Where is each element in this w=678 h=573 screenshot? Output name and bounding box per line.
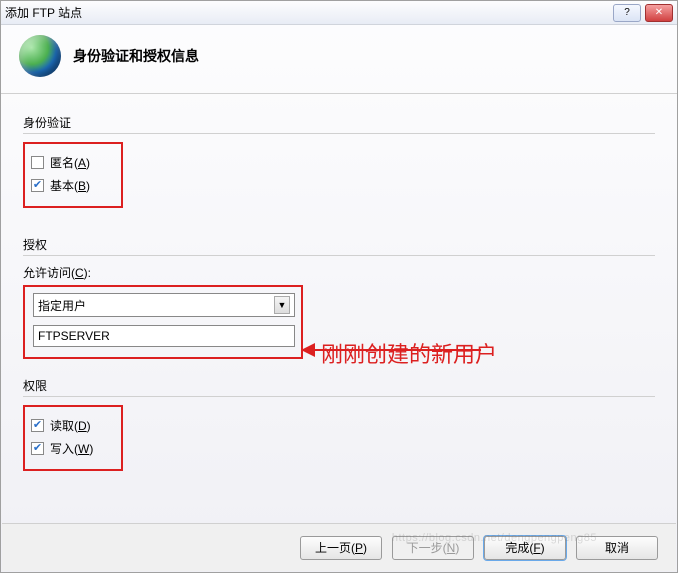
anonymous-row[interactable]: 匿名(A) (31, 154, 113, 171)
authz-section-label: 授权 (23, 236, 655, 253)
window-buttons: ? ✕ (613, 4, 673, 22)
user-input[interactable] (33, 325, 295, 347)
cancel-button[interactable]: 取消 (576, 536, 658, 560)
write-label: 写入(W) (50, 440, 93, 457)
read-checkbox[interactable] (31, 419, 44, 432)
content-area: 身份验证 匿名(A) 基本(B) 授权 允许访问(C): 指定 (1, 94, 677, 471)
close-button[interactable]: ✕ (645, 4, 673, 22)
titlebar: 添加 FTP 站点 ? ✕ (1, 1, 677, 25)
allow-access-select[interactable]: 指定用户 ▼ (33, 293, 295, 317)
write-checkbox[interactable] (31, 442, 44, 455)
basic-checkbox[interactable] (31, 179, 44, 192)
auth-section-label: 身份验证 (23, 114, 655, 131)
anonymous-label: 匿名(A) (50, 154, 90, 171)
auth-highlight-box: 匿名(A) 基本(B) (23, 142, 123, 208)
dialog-window: 添加 FTP 站点 ? ✕ 身份验证和授权信息 身份验证 匿名(A) 基本(B) (0, 0, 678, 573)
allow-access-label: 允许访问(C): (23, 264, 655, 281)
window-title: 添加 FTP 站点 (5, 4, 613, 21)
next-button: 下一步(N) (392, 536, 474, 560)
perm-section-label: 权限 (23, 377, 655, 394)
select-value: 指定用户 (38, 297, 86, 314)
page-header: 身份验证和授权信息 (1, 25, 677, 93)
page-title: 身份验证和授权信息 (73, 46, 199, 66)
basic-row[interactable]: 基本(B) (31, 177, 113, 194)
button-bar: 上一页(P) 下一步(N) 完成(F) 取消 (2, 523, 676, 571)
finish-button[interactable]: 完成(F) (484, 536, 566, 560)
dropdown-arrow-icon: ▼ (274, 296, 290, 314)
prev-button[interactable]: 上一页(P) (300, 536, 382, 560)
write-row[interactable]: 写入(W) (31, 440, 113, 457)
globe-icon (19, 35, 61, 77)
read-row[interactable]: 读取(D) (31, 417, 113, 434)
perm-highlight-box: 读取(D) 写入(W) (23, 405, 123, 471)
basic-label: 基本(B) (50, 177, 90, 194)
authz-highlight-box: 指定用户 ▼ (23, 285, 303, 359)
read-label: 读取(D) (50, 417, 91, 434)
help-button[interactable]: ? (613, 4, 641, 22)
annotation-text: 刚刚创建的新用户 (321, 337, 497, 369)
anonymous-checkbox[interactable] (31, 156, 44, 169)
